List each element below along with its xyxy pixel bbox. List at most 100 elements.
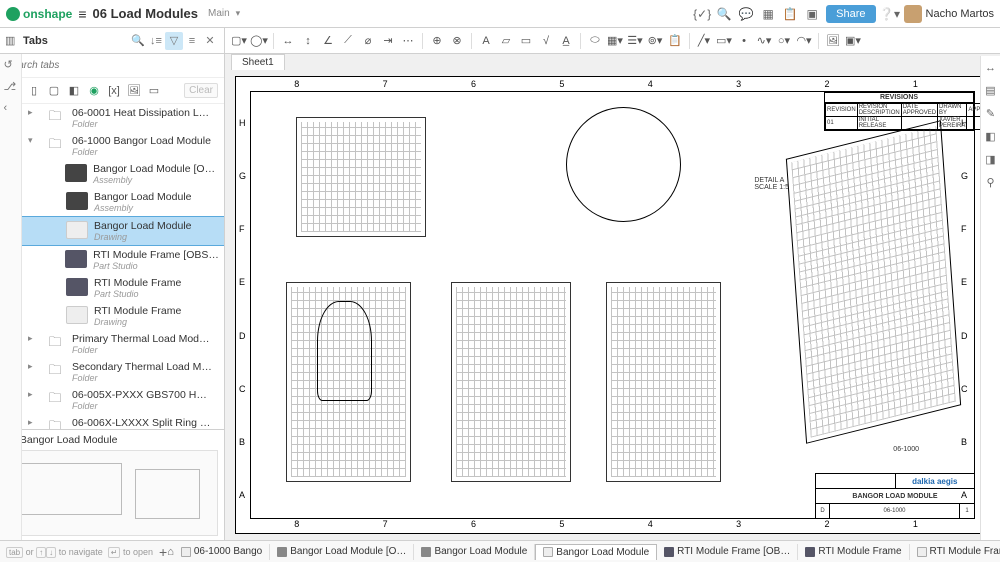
doc-title[interactable]: 06 Load Modules — [93, 6, 198, 21]
rt-edit-icon[interactable]: ✎ — [986, 107, 995, 120]
rt-dim-icon[interactable]: ↔ — [985, 62, 996, 74]
tool-over[interactable]: ▣▾ — [845, 33, 861, 49]
grid-icon[interactable]: ▦ — [760, 6, 776, 22]
tree-item[interactable]: ▸06-0001 Heat Dissipation Load Mod…Folde… — [22, 104, 224, 132]
branch-chevron-icon[interactable]: ▾ — [236, 8, 241, 19]
comment-icon[interactable]: 💬 — [738, 6, 754, 22]
tool-callout[interactable]: ⬭ — [587, 33, 603, 49]
feature-filter-icon[interactable]: ◉ — [86, 83, 102, 99]
bottom-tab[interactable]: Bangor Load Module — [535, 544, 657, 560]
img-filter-icon[interactable]: 🖼 — [126, 83, 142, 99]
rail-branch-icon[interactable]: ⎇ — [4, 80, 18, 94]
tree-item[interactable]: ▸06-005X-PXXX GBS700 HX AssemblyFolder — [22, 386, 224, 414]
tool-hole[interactable]: ⊚▾ — [647, 33, 663, 49]
tool-arc[interactable]: ◠▾ — [796, 33, 812, 49]
bottom-tab[interactable]: 06-1000 Bango — [174, 544, 270, 560]
bottom-tab[interactable]: Bangor Load Module [O… — [270, 544, 414, 560]
tool-bom[interactable]: ☰▾ — [627, 33, 643, 49]
drawing-area[interactable]: 8877665544332211HHGGFFEEDDCCBBAA REVISIO… — [225, 54, 1000, 540]
curly-icon[interactable]: {✓} — [694, 6, 710, 22]
help-icon[interactable]: ❔▾ — [882, 6, 898, 22]
tool-dim1[interactable]: ↔ — [280, 33, 296, 49]
tree-item[interactable]: Bangor Load Module [OBSOLETE]Assembly — [22, 160, 224, 188]
canvas: ▢▾ ◯▾ ↔ ↕ ∠ ⟋ ⌀ ⇥ ⋯ ⊕ ⊗ A ▱ ▭ √ A̲ ⬭ ▦▾ … — [225, 28, 1000, 540]
rt-prop-icon[interactable]: ◨ — [985, 153, 995, 166]
tool-gtol[interactable]: ▭ — [518, 33, 534, 49]
tool-spline[interactable]: ∿▾ — [756, 33, 772, 49]
tool-1[interactable]: ▢▾ — [231, 33, 247, 49]
tool-2[interactable]: ◯▾ — [251, 33, 267, 49]
tool-note[interactable]: A — [478, 33, 494, 49]
tree-item[interactable]: Bangor Load ModuleAssembly — [22, 188, 224, 216]
bottom-tab[interactable]: RTI Module Frame [OB… — [657, 544, 798, 560]
rt-pin-icon[interactable]: ⚲ — [986, 176, 994, 189]
iso-label: 06-1000 — [893, 446, 919, 453]
rt-layer-icon[interactable]: ◧ — [985, 130, 995, 143]
preview-title: ▢ Bangor Load Module — [6, 434, 218, 446]
tree-item[interactable]: ▸Primary Thermal Load ModuleFolder — [22, 330, 224, 358]
search-input[interactable] — [6, 60, 218, 71]
avatar — [904, 5, 922, 23]
user-chip[interactable]: Nacho Martos — [904, 5, 994, 23]
rt-sheet-icon[interactable]: ▤ — [985, 84, 995, 97]
cube-icon[interactable]: ▣ — [804, 6, 820, 22]
list-icon[interactable]: ≡ — [183, 32, 201, 50]
tree-item[interactable]: RTI Module Frame [OBSOLETE]Part Studio — [22, 246, 224, 274]
bottom-tab[interactable]: RTI Module Frame — [798, 544, 909, 560]
home-tab-button[interactable]: ⌂ — [167, 546, 174, 558]
tool-dim2[interactable]: ↕ — [300, 33, 316, 49]
drawing-toolbar: ▢▾ ◯▾ ↔ ↕ ∠ ⟋ ⌀ ⇥ ⋯ ⊕ ⊗ A ▱ ▭ √ A̲ ⬭ ▦▾ … — [225, 28, 1000, 54]
part-filter-icon[interactable]: ▢ — [46, 83, 62, 99]
branch-label[interactable]: Main — [208, 8, 230, 19]
titlebar: onshape ≡ 06 Load Modules Main ▾ {✓} 🔍 💬… — [0, 0, 1000, 28]
asm-filter-icon[interactable]: ◧ — [66, 83, 82, 99]
tool-more[interactable]: ⋯ — [400, 33, 416, 49]
app-logo[interactable]: onshape — [6, 7, 72, 21]
tool-line[interactable]: ╱▾ — [696, 33, 712, 49]
bottom-tab[interactable]: Bangor Load Module — [414, 544, 535, 560]
tree-item[interactable]: ▾06-1000 Bangor Load ModuleFolder — [22, 132, 224, 160]
doc-filter-icon[interactable]: ▯ — [26, 83, 42, 99]
tool-dia[interactable]: ⌀ — [360, 33, 376, 49]
tool-rad[interactable]: ⟋ — [340, 33, 356, 49]
tool-point[interactable]: • — [736, 33, 752, 49]
tool-list[interactable]: 📋 — [667, 33, 683, 49]
add-tab-button[interactable]: + — [159, 544, 167, 560]
menu-icon[interactable]: ≡ — [78, 6, 86, 22]
close-panel-icon[interactable]: ✕ — [201, 32, 219, 50]
clear-button[interactable]: Clear — [184, 83, 218, 98]
sort-icon[interactable]: ↓≡ — [147, 32, 165, 50]
search-icon[interactable]: 🔍 — [129, 32, 147, 50]
drawing-sheet[interactable]: 8877665544332211HHGGFFEEDDCCBBAA REVISIO… — [235, 76, 990, 534]
tool-table[interactable]: ▦▾ — [607, 33, 623, 49]
tool-datum[interactable]: ▱ — [498, 33, 514, 49]
tool-circ[interactable]: ○▾ — [776, 33, 792, 49]
rail-collapse-icon[interactable]: ‹ — [4, 102, 18, 116]
tool-ang[interactable]: ∠ — [320, 33, 336, 49]
filter-icon[interactable]: ▽ — [165, 32, 183, 50]
tool-weld[interactable]: A̲ — [558, 33, 574, 49]
tool-center[interactable]: ⊕ — [429, 33, 445, 49]
preview-thumbnail[interactable] — [6, 450, 218, 536]
tool-ord[interactable]: ⇥ — [380, 33, 396, 49]
share-button[interactable]: Share — [826, 5, 875, 23]
detail-note: DETAIL A SCALE 1:5 — [754, 177, 789, 191]
tool-surf[interactable]: √ — [538, 33, 554, 49]
tool-rect[interactable]: ▭▾ — [716, 33, 732, 49]
misc-filter-icon[interactable]: ▭ — [146, 83, 162, 99]
tree-item[interactable]: RTI Module FramePart Studio — [22, 274, 224, 302]
tool-cline[interactable]: ⊗ — [449, 33, 465, 49]
var-filter-icon[interactable]: [x] — [106, 83, 122, 99]
rail-history-icon[interactable]: ↺ — [4, 58, 18, 72]
search-top-icon[interactable]: 🔍 — [716, 6, 732, 22]
clipboard-icon[interactable]: 📋 — [782, 6, 798, 22]
tree-item[interactable]: Bangor Load ModuleDrawing — [22, 216, 224, 246]
tree-item[interactable]: RTI Module FrameDrawing — [22, 302, 224, 330]
sidebar: ▥ Tabs 🔍 ↓≡ ▽ ≡ ✕ 🗀 ▯ ▢ ◧ ◉ [x] 🖼 ▭ Clea… — [0, 28, 225, 540]
bottom-tab[interactable]: RTI Module Frame — [910, 544, 1000, 560]
tree-item[interactable]: ▸Secondary Thermal Load ModuleFolder — [22, 358, 224, 386]
tree-item[interactable]: ▸06-006X-LXXXX Split Ring Hanger A…Folde… — [22, 414, 224, 429]
sheet-tab[interactable]: Sheet1 — [231, 54, 285, 70]
bottom-tabstrip: tab or ↑↓ to navigate ↵ to open + ⌂ 06-1… — [0, 540, 1000, 562]
tool-img[interactable]: 🖼 — [825, 33, 841, 49]
